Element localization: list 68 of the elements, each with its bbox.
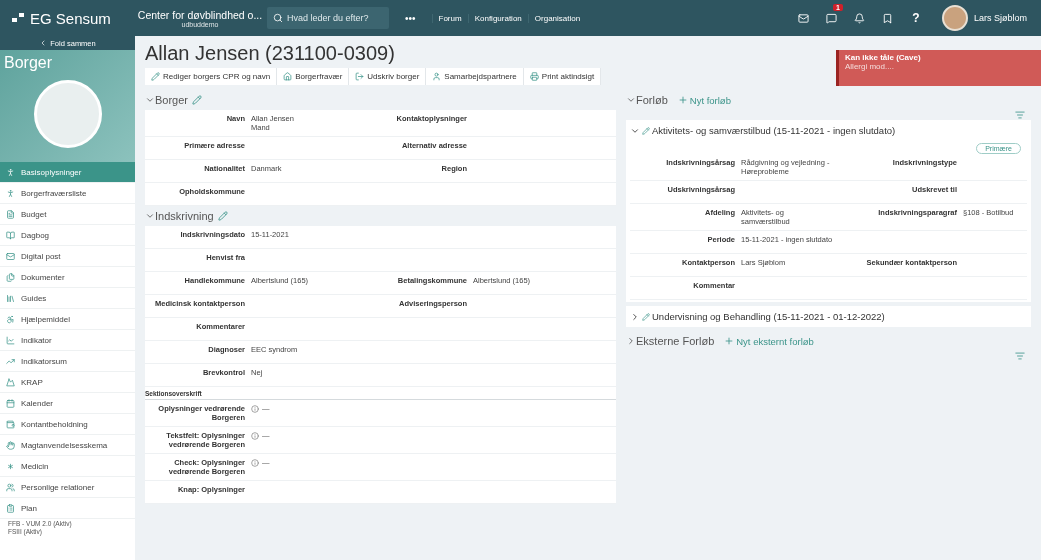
alert-text: Allergi mod....: [845, 62, 895, 71]
section-toggle[interactable]: Forløb: [626, 94, 668, 106]
mountain-icon: [6, 377, 15, 387]
info-icon: [251, 431, 259, 440]
home-icon: [283, 72, 293, 81]
chat-icon: [826, 12, 838, 24]
pencil-icon: [642, 126, 650, 135]
wallet-icon: [6, 419, 15, 429]
course-toggle[interactable]: Undervisning og Behandling (15-11-2021 - 01-12-2022): [630, 308, 885, 325]
course-toggle[interactable]: Aktivitets- og samværstilbud (15-11-2021 - ingen slutdato): [630, 122, 896, 139]
calendar-icon: [6, 398, 15, 408]
chevron-down-icon: [626, 95, 636, 105]
user-avatar[interactable]: [942, 5, 968, 31]
nav-link[interactable]: Konfiguration: [467, 13, 528, 23]
plus-icon: [724, 336, 735, 346]
exit-icon: [355, 72, 365, 81]
action-button[interactable]: Samarbejdspartnere: [426, 68, 524, 85]
info-icon: [251, 404, 259, 413]
bookmark-icon: [882, 12, 894, 24]
help-button[interactable]: ?: [902, 3, 930, 33]
asterisk-icon: [6, 461, 15, 471]
nav-link[interactable]: Forum: [431, 13, 468, 23]
section-toggle[interactable]: Borger: [145, 94, 189, 106]
info-icon: [251, 458, 259, 467]
chevron-right-icon: [630, 311, 640, 322]
sidebar-title: Borger: [4, 54, 54, 72]
chevron-down-icon: [145, 211, 155, 221]
chart-icon: [6, 335, 15, 345]
chevron-right-icon: [626, 336, 636, 346]
document-icon: [6, 272, 15, 282]
section-toggle[interactable]: Indskrivning: [145, 210, 214, 222]
search-icon: [273, 13, 283, 23]
book-icon: [6, 230, 15, 240]
page-title: Allan Jensen (231100-0309): [145, 42, 396, 65]
more-button[interactable]: •••: [399, 11, 422, 25]
person-icon: [6, 188, 15, 198]
action-button[interactable]: Borgerfravær: [277, 68, 350, 85]
sidebar-item[interactable]: Basisoplysninger: [0, 162, 135, 183]
search-field[interactable]: Hvad leder du efter?: [267, 7, 389, 29]
user-icon: [432, 72, 442, 81]
mail-icon: [6, 251, 15, 261]
document-icon: [6, 209, 15, 219]
logo: EG Sensum: [30, 9, 111, 27]
logo-icon: [12, 13, 24, 23]
chevron-down-icon: [145, 95, 155, 105]
person-icon: [6, 167, 15, 177]
pencil-icon: [217, 211, 228, 221]
clipboard-icon: [6, 503, 15, 513]
users-icon: [6, 482, 15, 492]
user-name[interactable]: Lars Sjøblom: [974, 13, 1027, 23]
pencil-icon: [151, 72, 160, 81]
pencil-icon: [192, 95, 203, 105]
bell-icon: [854, 12, 866, 24]
hand-icon: [6, 440, 15, 450]
action-button[interactable]: Udskriv borger: [349, 68, 427, 85]
accessibility-icon: [6, 314, 15, 324]
action-button[interactable]: Rediger borgers CPR og navn: [145, 68, 278, 85]
printer-icon: [529, 72, 539, 81]
organization-name: Center for døvblindhed o...: [137, 8, 263, 21]
books-icon: [6, 293, 15, 303]
nav-link[interactable]: Organisation: [527, 13, 587, 23]
action-button[interactable]: Print aktindsigt: [523, 68, 602, 85]
pencil-icon: [642, 312, 650, 321]
chart-icon: [6, 356, 15, 366]
section-toggle[interactable]: Eksterne Forløb: [626, 335, 715, 347]
plus-icon: [677, 95, 688, 105]
mail-icon: [798, 12, 810, 24]
alert-title: Kan ikke tåle (Cave): [845, 53, 922, 62]
